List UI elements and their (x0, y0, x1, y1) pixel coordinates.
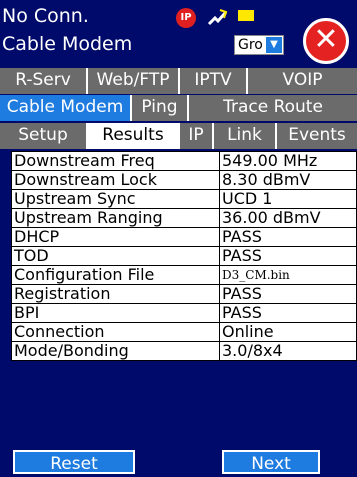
tabs-row-2: Cable Modem Ping Trace Route (0, 95, 357, 121)
result-label: Upstream Ranging (11, 208, 220, 228)
tab-ping[interactable]: Ping (132, 95, 189, 121)
result-value: UCD 1 (219, 189, 357, 209)
tabs-row-3: Setup Results IP Link Events (0, 123, 357, 149)
result-label: BPI (11, 303, 220, 323)
table-row: TOD PASS (11, 246, 357, 266)
tab-setup[interactable]: Setup (0, 123, 88, 149)
results-panel: Downstream Freq 549.00 MHz Downstream Lo… (11, 151, 357, 361)
ip-icon: IP (176, 8, 196, 28)
result-label: Registration (11, 284, 220, 304)
tab-link[interactable]: Link (214, 123, 277, 149)
tab-results[interactable]: Results (88, 123, 180, 149)
tab-events[interactable]: Events (277, 123, 357, 149)
reset-button[interactable]: Reset (13, 450, 135, 474)
table-row: Registration PASS (11, 284, 357, 304)
table-row: DHCP PASS (11, 227, 357, 247)
tabs-row-1: R-Serv Web/FTP IPTV VOIP (0, 68, 357, 94)
result-value: 3.0/8x4 (219, 341, 357, 361)
result-value: PASS (219, 246, 357, 266)
result-label: Downstream Lock (11, 170, 220, 190)
tab-voip[interactable]: VOIP (248, 68, 357, 94)
result-value: PASS (219, 303, 357, 323)
tab-iptv[interactable]: IPTV (180, 68, 248, 94)
chevron-down-icon: ▼ (266, 37, 282, 53)
result-value: PASS (219, 227, 357, 247)
close-icon[interactable]: ✕ (303, 18, 349, 64)
battery-icon (238, 10, 254, 21)
result-value: Online (219, 322, 357, 342)
title-bar: No Conn. Cable Modem IP Gro ▼ ✕ (0, 0, 357, 64)
result-label: Upstream Sync (11, 189, 220, 209)
next-button[interactable]: Next (222, 450, 320, 474)
table-row: Upstream Ranging 36.00 dBmV (11, 208, 357, 228)
mode-title: Cable Modem (2, 33, 133, 55)
result-label: DHCP (11, 227, 220, 247)
group-select-value: Gro (238, 37, 263, 53)
table-row: Upstream Sync UCD 1 (11, 189, 357, 209)
results-table: Downstream Freq 549.00 MHz Downstream Lo… (11, 151, 357, 361)
tab-trace-route[interactable]: Trace Route (189, 95, 357, 121)
table-row: Connection Online (11, 322, 357, 342)
table-row: BPI PASS (11, 303, 357, 323)
plug-icon (207, 9, 228, 26)
result-value: 36.00 dBmV (219, 208, 357, 228)
table-row: Downstream Freq 549.00 MHz (11, 151, 357, 171)
tab-cable-modem[interactable]: Cable Modem (0, 95, 132, 121)
result-label: Connection (11, 322, 220, 342)
group-select[interactable]: Gro ▼ (234, 35, 284, 55)
table-row: Configuration File D3_CM.bin (11, 265, 357, 285)
table-row: Mode/Bonding 3.0/8x4 (11, 341, 357, 361)
result-value: 549.00 MHz (219, 151, 357, 171)
result-value: D3_CM.bin (219, 265, 357, 285)
result-label: Downstream Freq (11, 151, 220, 171)
result-value: 8.30 dBmV (219, 170, 357, 190)
tab-web-ftp[interactable]: Web/FTP (88, 68, 180, 94)
result-value: PASS (219, 284, 357, 304)
result-label: Configuration File (11, 265, 220, 285)
tab-ip[interactable]: IP (180, 123, 214, 149)
connection-status: No Conn. (2, 5, 89, 27)
table-row: Downstream Lock 8.30 dBmV (11, 170, 357, 190)
result-label: Mode/Bonding (11, 341, 220, 361)
result-label: TOD (11, 246, 220, 266)
tab-r-serv[interactable]: R-Serv (0, 68, 88, 94)
